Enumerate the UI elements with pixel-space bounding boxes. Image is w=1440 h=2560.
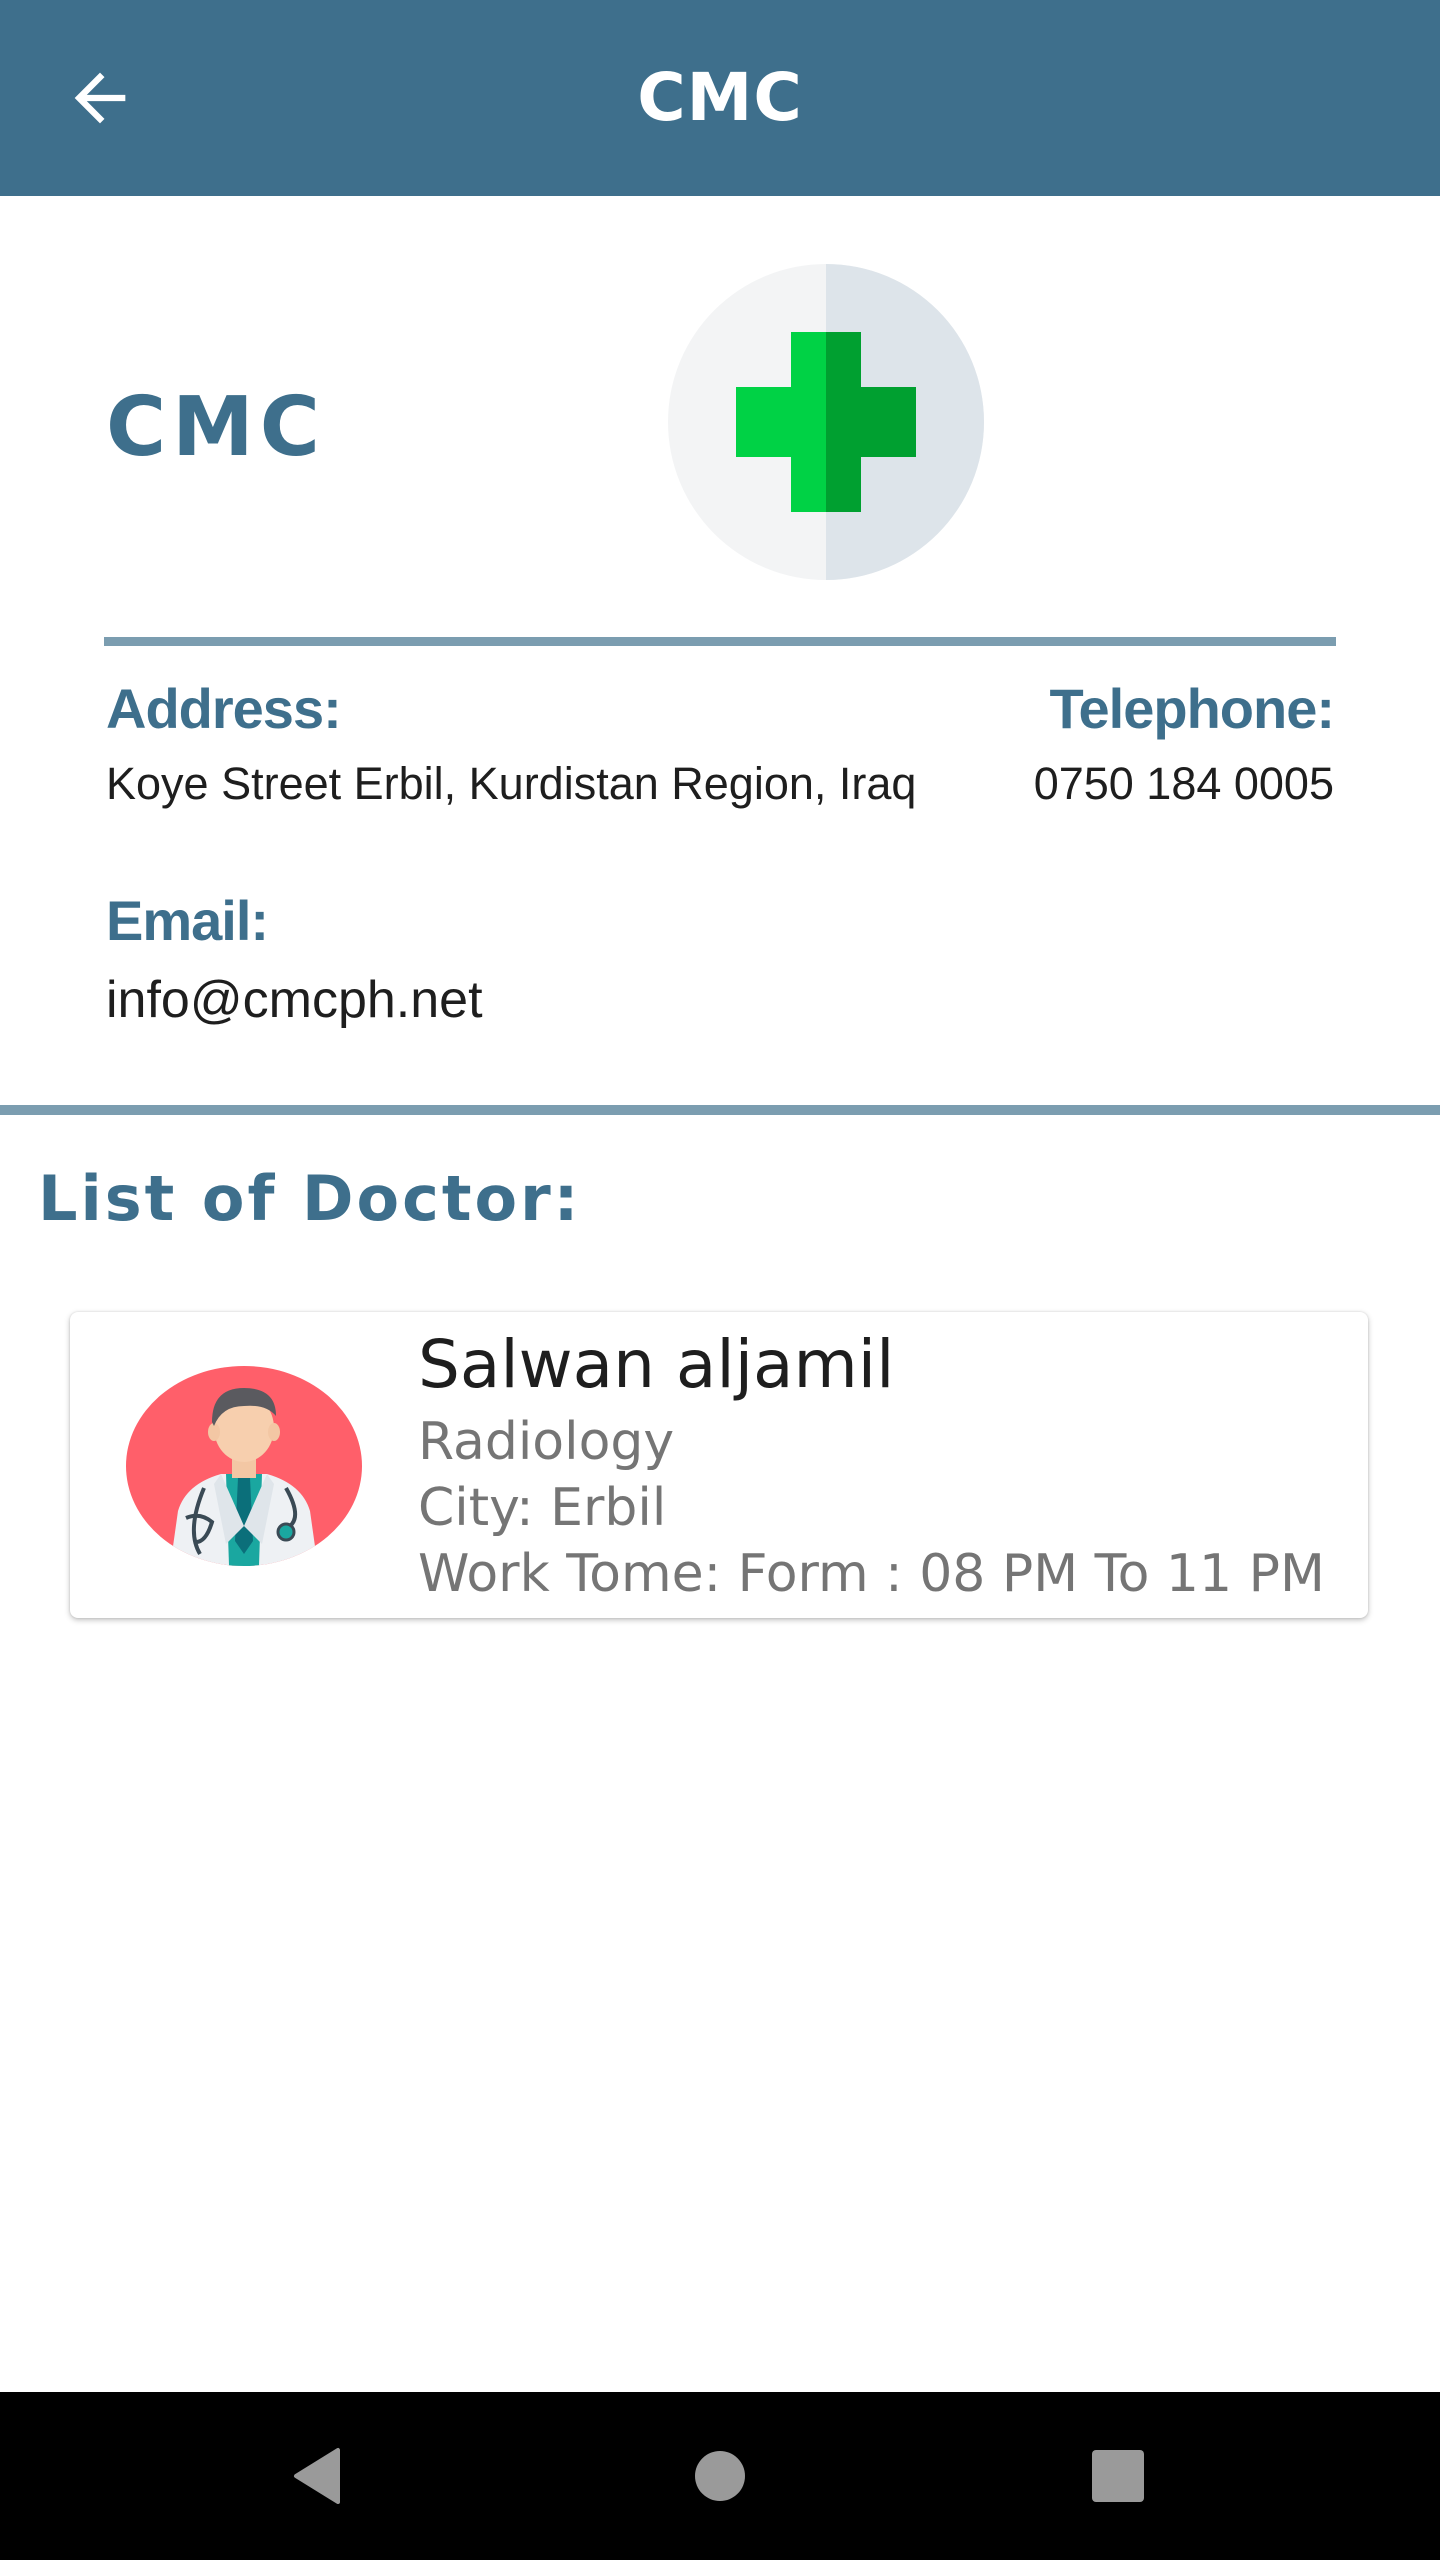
system-navigation-bar [0,2392,1440,2560]
app-bar-title: CMC [637,59,803,136]
nav-home-button[interactable] [670,2426,770,2526]
nav-back-button[interactable] [268,2426,368,2526]
medical-cross-icon [668,264,984,580]
doctor-work-time: Work Tome: Form : 08 PM To 11 PM [418,1544,1325,1604]
nav-recents-icon [1092,2450,1144,2502]
doctor-card[interactable]: Salwan aljamil Radiology City: Erbil Wor… [70,1312,1368,1618]
address-label: Address: [106,677,342,740]
email-label: Email: [106,889,269,952]
nav-back-icon [294,2448,340,2504]
doctor-city: City: Erbil [418,1478,667,1538]
doctor-name: Salwan aljamil [418,1326,895,1403]
nav-home-icon [695,2451,745,2501]
clinic-detail-screen: CMC CMC Address: Koye Street Erbil, Kurd… [0,0,1440,2560]
nav-recents-button[interactable] [1068,2426,1168,2526]
clinic-name: CMC [106,380,326,475]
telephone-value[interactable]: 0750 184 0005 [1034,758,1334,810]
doctor-list-title: List of Doctor: [38,1162,582,1235]
doctor-specialty: Radiology [418,1412,675,1472]
app-bar: CMC [0,0,1440,196]
address-value: Koye Street Erbil, Kurdistan Region, Ira… [106,758,917,809]
section-divider [0,1105,1440,1115]
email-value[interactable]: info@cmcph.net [106,970,483,1030]
doctor-avatar-icon [126,1366,362,1566]
header-divider [104,637,1336,646]
telephone-label: Telephone: [1049,677,1335,740]
